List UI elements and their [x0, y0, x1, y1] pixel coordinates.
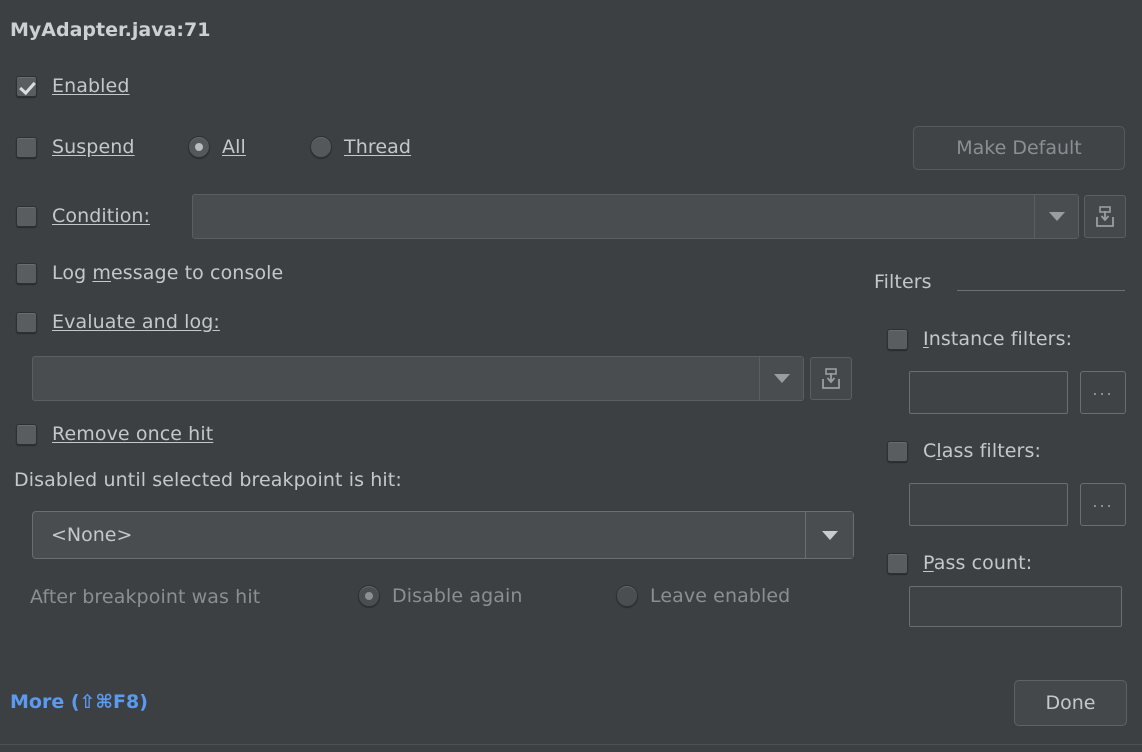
after-hit-disable-again-label: Disable again: [392, 585, 523, 607]
done-button[interactable]: Done: [1014, 680, 1127, 726]
suspend-thread-radio[interactable]: [310, 136, 332, 158]
after-hit-label: After breakpoint was hit: [30, 586, 260, 608]
log-message-mnemonic: m: [92, 262, 111, 284]
class-filters-checkbox-row[interactable]: Class filters:: [887, 440, 1041, 462]
condition-checkbox[interactable]: [16, 206, 37, 227]
chevron-down-icon: [822, 531, 838, 540]
instance-filters-mnemonic: I: [923, 328, 929, 350]
evaluate-and-log-expand-button[interactable]: [810, 357, 852, 400]
pass-count-checkbox-row[interactable]: Pass count:: [887, 552, 1032, 574]
condition-input[interactable]: [193, 195, 1034, 238]
class-filters-checkbox[interactable]: [887, 441, 908, 462]
instance-filters-browse-button[interactable]: ...: [1080, 371, 1126, 414]
after-hit-leave-enabled-radio[interactable]: [616, 585, 638, 607]
condition-label-text: Condition:: [52, 205, 150, 227]
suspend-thread-label: Thread: [344, 136, 411, 158]
condition-dropdown-button[interactable]: [1034, 195, 1078, 238]
evaluate-and-log-combo[interactable]: [32, 356, 804, 401]
instance-filters-label: Instance filters:: [923, 328, 1072, 350]
pass-count-checkbox[interactable]: [887, 553, 908, 574]
remove-once-hit-checkbox[interactable]: [16, 424, 37, 445]
enabled-checkbox[interactable]: [16, 76, 37, 97]
disabled-until-label: Disabled until selected breakpoint is hi…: [14, 469, 402, 491]
after-hit-leave-enabled-label: Leave enabled: [650, 585, 790, 607]
open-in-editor-icon: [819, 367, 843, 391]
log-message-checkbox[interactable]: [16, 263, 37, 284]
evaluate-and-log-dropdown-button[interactable]: [759, 357, 803, 400]
suspend-label-text: Suspend: [52, 136, 135, 158]
chevron-down-icon: [1049, 212, 1065, 221]
enabled-checkbox-row[interactable]: Enabled: [16, 75, 129, 97]
remove-once-hit-label: Remove once hit: [52, 423, 213, 445]
log-message-label: Log message to console: [52, 262, 283, 284]
pass-count-mnemonic: P: [923, 552, 934, 574]
make-default-button[interactable]: Make Default: [913, 126, 1125, 170]
evaluate-and-log-label: Evaluate and log:: [52, 311, 220, 333]
log-message-checkbox-row[interactable]: Log message to console: [16, 262, 283, 284]
page-title: MyAdapter.java:71: [10, 19, 210, 41]
evaluate-and-log-input[interactable]: [33, 357, 759, 400]
enabled-label: Enabled: [52, 75, 129, 97]
suspend-all-radio-row[interactable]: All: [188, 136, 246, 158]
suspend-thread-radio-row[interactable]: Thread: [310, 136, 411, 158]
filters-section-title: Filters: [874, 271, 932, 293]
condition-expand-button[interactable]: [1084, 195, 1126, 238]
footer-divider: [0, 744, 1142, 745]
open-in-editor-icon: [1093, 205, 1117, 229]
evaluate-and-log-label-text: Evaluate and log:: [52, 311, 220, 333]
after-hit-disable-again-row[interactable]: Disable again: [358, 585, 523, 607]
pass-count-input[interactable]: [909, 586, 1122, 627]
suspend-all-label: All: [222, 136, 246, 158]
condition-label: Condition:: [52, 205, 150, 227]
instance-filters-input[interactable]: [909, 371, 1068, 414]
chevron-down-icon: [774, 374, 790, 383]
suspend-all-label-text: All: [222, 136, 246, 158]
disabled-until-dropdown-button[interactable]: [805, 512, 853, 558]
suspend-label: Suspend: [52, 136, 135, 158]
enabled-label-text: Enabled: [52, 75, 129, 97]
class-filters-mnemonic: l: [936, 440, 941, 462]
evaluate-and-log-checkbox-row[interactable]: Evaluate and log:: [16, 311, 220, 333]
pass-count-label: Pass count:: [923, 552, 1032, 574]
suspend-thread-label-text: Thread: [344, 136, 411, 158]
disabled-until-combo[interactable]: <None>: [32, 511, 854, 559]
suspend-all-radio[interactable]: [188, 136, 210, 158]
suspend-checkbox-row[interactable]: Suspend: [16, 136, 135, 158]
class-filters-label: Class filters:: [923, 440, 1041, 462]
filters-section-divider: [957, 290, 1125, 291]
class-filters-browse-button[interactable]: ...: [1080, 483, 1126, 526]
class-filters-input[interactable]: [909, 483, 1068, 526]
evaluate-and-log-checkbox[interactable]: [16, 312, 37, 333]
breakpoint-properties-dialog: MyAdapter.java:71 Enabled Suspend All Th…: [0, 0, 1142, 752]
more-link[interactable]: More (⇧⌘F8): [10, 691, 148, 713]
condition-checkbox-row[interactable]: Condition:: [16, 205, 150, 227]
remove-once-hit-label-text: Remove once hit: [52, 423, 213, 445]
instance-filters-checkbox-row[interactable]: Instance filters:: [887, 328, 1072, 350]
disabled-until-selected-value: <None>: [33, 524, 805, 546]
condition-combo[interactable]: [192, 194, 1079, 239]
after-hit-disable-again-radio[interactable]: [358, 585, 380, 607]
instance-filters-checkbox[interactable]: [887, 329, 908, 350]
suspend-checkbox[interactable]: [16, 137, 37, 158]
remove-once-hit-checkbox-row[interactable]: Remove once hit: [16, 423, 213, 445]
after-hit-leave-enabled-row[interactable]: Leave enabled: [616, 585, 790, 607]
